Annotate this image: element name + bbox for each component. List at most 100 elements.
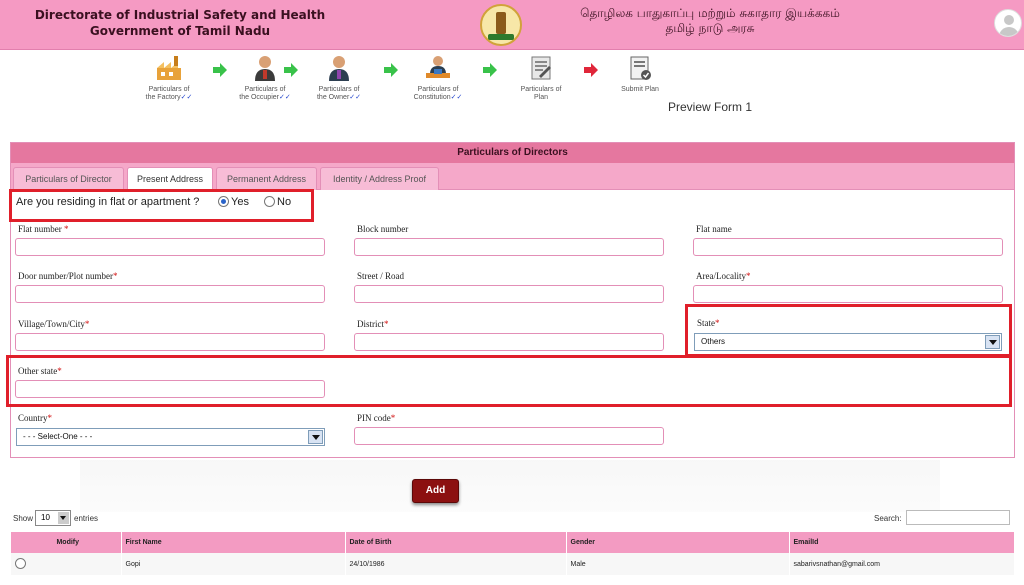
required-mark: * bbox=[47, 413, 53, 423]
step-factory-line2: the Factory bbox=[145, 94, 181, 101]
street-road-label: Street / Road bbox=[357, 271, 404, 281]
date-of-birth-cell: 24/10/1986 bbox=[345, 553, 567, 575]
step-owner-check-icon: ✓✓ bbox=[349, 94, 362, 101]
table-header-row: Modify First Name Date of Birth Gender E… bbox=[11, 532, 1015, 553]
required-mark: * bbox=[64, 224, 69, 234]
district-input[interactable] bbox=[354, 333, 664, 351]
village-town-city-label-text: Village/Town/City bbox=[18, 319, 85, 329]
village-town-city-input[interactable] bbox=[15, 333, 325, 351]
entries-select[interactable]: 10 bbox=[35, 510, 71, 526]
area-locality-label: Area/Locality* bbox=[696, 271, 750, 281]
tab-particulars-of-director[interactable]: Particulars of Director bbox=[13, 167, 124, 190]
area-locality-input[interactable] bbox=[693, 285, 1003, 303]
required-mark: * bbox=[384, 319, 389, 329]
col-header-emailid[interactable]: EmailId bbox=[789, 532, 1015, 553]
block-number-input[interactable] bbox=[354, 238, 664, 256]
constitution-meeting-icon bbox=[426, 56, 450, 78]
step-owner-line1: Particulars of bbox=[318, 86, 360, 93]
step-constitution-line2: Constitution bbox=[413, 94, 451, 101]
col-header-first-name[interactable]: First Name bbox=[121, 532, 346, 553]
step-occupier-line2: the Occupier bbox=[239, 94, 279, 101]
door-number-input[interactable] bbox=[15, 285, 325, 303]
step-plan[interactable]: Particulars of Plan bbox=[508, 54, 574, 102]
submit-checklist-icon bbox=[630, 56, 651, 80]
occupier-person-icon bbox=[255, 56, 275, 81]
col-header-gender[interactable]: Gender bbox=[566, 532, 790, 553]
country-select[interactable]: - - - Select-One - - - bbox=[16, 428, 325, 446]
site-header: Directorate of Industrial Safety and Hea… bbox=[0, 0, 1024, 50]
pin-code-label: PIN code* bbox=[357, 413, 395, 423]
header-title-line1: Directorate of Industrial Safety and Hea… bbox=[34, 8, 326, 22]
table-row: Gopi 24/10/1986 Male sabarivsnathan@gmai… bbox=[11, 553, 1015, 575]
step-submit-plan[interactable]: Submit Plan bbox=[607, 54, 673, 94]
highlight-other-state bbox=[6, 355, 1012, 407]
tab-bar: Particulars of Director Present Address … bbox=[11, 163, 1014, 191]
required-mark: * bbox=[84, 319, 90, 329]
tamil-nadu-emblem-icon bbox=[480, 4, 522, 46]
email-cell: sabarivsnathan@gmail.com bbox=[789, 553, 1015, 575]
search-input[interactable] bbox=[906, 510, 1010, 525]
arrow-right-red-icon bbox=[584, 63, 598, 77]
step-plan-line2: Plan bbox=[533, 94, 548, 101]
background-watermark bbox=[80, 460, 940, 512]
flat-name-label: Flat name bbox=[696, 224, 732, 234]
pin-code-label-text: PIN code bbox=[357, 413, 391, 423]
door-number-label-text: Door number/Plot number bbox=[18, 271, 113, 281]
pin-code-input[interactable] bbox=[354, 427, 664, 445]
header-tamil-line1: தொழிலக பாதுகாப்பு மற்றும் சுகாதார இயக்கக… bbox=[580, 6, 840, 20]
district-label-text: District bbox=[357, 319, 384, 329]
col-header-modify[interactable]: Modify bbox=[11, 532, 122, 553]
header-english-title: Directorate of Industrial Safety and Hea… bbox=[30, 7, 330, 39]
country-select-value: - - - Select-One - - - bbox=[23, 432, 93, 441]
step-factory-line1: Particulars of bbox=[148, 86, 190, 93]
tab-permanent-address[interactable]: Permanent Address bbox=[216, 167, 317, 190]
search-label: Search: bbox=[874, 514, 902, 523]
district-label: District* bbox=[357, 319, 389, 329]
tab-identity-address-proof[interactable]: Identity / Address Proof bbox=[320, 167, 439, 190]
step-constitution-check-icon: ✓✓ bbox=[450, 94, 463, 101]
entries-label: entries bbox=[74, 514, 99, 523]
header-title-line2: Government of Tamil Nadu bbox=[89, 24, 271, 38]
required-mark: * bbox=[113, 271, 118, 281]
step-occupier-line1: Particulars of bbox=[244, 86, 286, 93]
chevron-down-icon[interactable] bbox=[308, 430, 323, 444]
add-button[interactable]: Add bbox=[412, 479, 459, 503]
country-label: Country* bbox=[18, 413, 52, 423]
chevron-down-icon[interactable] bbox=[58, 512, 69, 524]
area-locality-label-text: Area/Locality bbox=[696, 271, 746, 281]
gender-cell: Male bbox=[566, 553, 790, 575]
arrow-right-icon bbox=[284, 63, 298, 77]
flat-name-input[interactable] bbox=[693, 238, 1003, 256]
preview-form-link[interactable]: Preview Form 1 bbox=[668, 100, 752, 114]
header-tamil-line2: தமிழ் நாடு அரசு bbox=[665, 21, 755, 35]
step-plan-line1: Particulars of bbox=[520, 86, 562, 93]
country-label-text: Country bbox=[18, 413, 48, 423]
col-header-date-of-birth[interactable]: Date of Birth bbox=[345, 532, 567, 553]
factory-icon bbox=[157, 56, 181, 80]
plan-document-icon bbox=[531, 56, 551, 80]
block-number-label: Block number bbox=[357, 224, 409, 234]
highlight-flat-question bbox=[9, 189, 314, 222]
arrow-right-icon bbox=[213, 63, 227, 77]
row-select-radio[interactable] bbox=[15, 557, 26, 569]
step-factory[interactable]: Particulars of the Factory✓✓ bbox=[136, 54, 202, 102]
required-mark: * bbox=[390, 413, 396, 423]
user-avatar-icon[interactable] bbox=[994, 9, 1022, 37]
step-constitution-line1: Particulars of bbox=[417, 86, 459, 93]
street-road-input[interactable] bbox=[354, 285, 664, 303]
step-occupier-check-icon: ✓✓ bbox=[278, 94, 291, 101]
step-factory-check-icon: ✓✓ bbox=[180, 94, 193, 101]
flat-number-input[interactable] bbox=[15, 238, 325, 256]
tab-present-address[interactable]: Present Address bbox=[127, 167, 213, 191]
door-number-label: Door number/Plot number* bbox=[18, 271, 118, 281]
step-owner[interactable]: Particulars of the Owner✓✓ bbox=[306, 54, 372, 102]
header-tamil-title: தொழிலக பாதுகாப்பு மற்றும் சுகாதார இயக்கக… bbox=[580, 6, 840, 36]
entries-select-value: 10 bbox=[41, 513, 50, 522]
owner-person-icon bbox=[329, 56, 349, 81]
arrow-right-icon bbox=[483, 63, 497, 77]
step-constitution[interactable]: Particulars of Constitution✓✓ bbox=[405, 54, 471, 102]
modify-cell bbox=[11, 553, 122, 575]
arrow-right-icon bbox=[384, 63, 398, 77]
directors-table: Modify First Name Date of Birth Gender E… bbox=[11, 532, 1015, 575]
show-label: Show bbox=[13, 514, 34, 523]
